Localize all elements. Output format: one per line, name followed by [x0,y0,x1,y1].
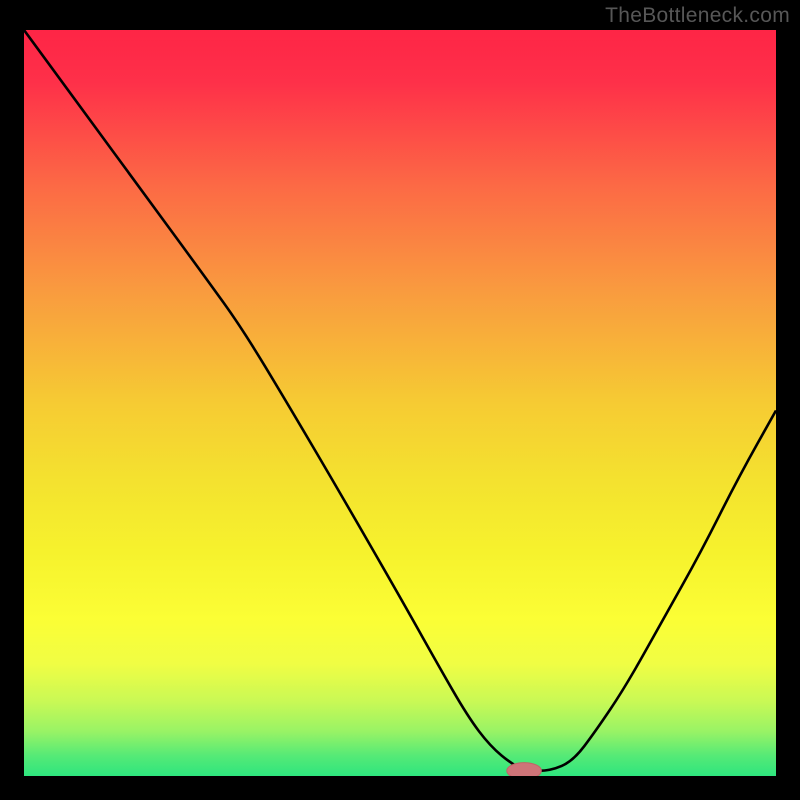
optimal-point-marker [507,763,542,776]
plot-area [24,30,776,776]
plot-svg [24,30,776,776]
chart-container: TheBottleneck.com [0,0,800,800]
watermark-text: TheBottleneck.com [605,4,790,28]
gradient-background [24,30,776,776]
